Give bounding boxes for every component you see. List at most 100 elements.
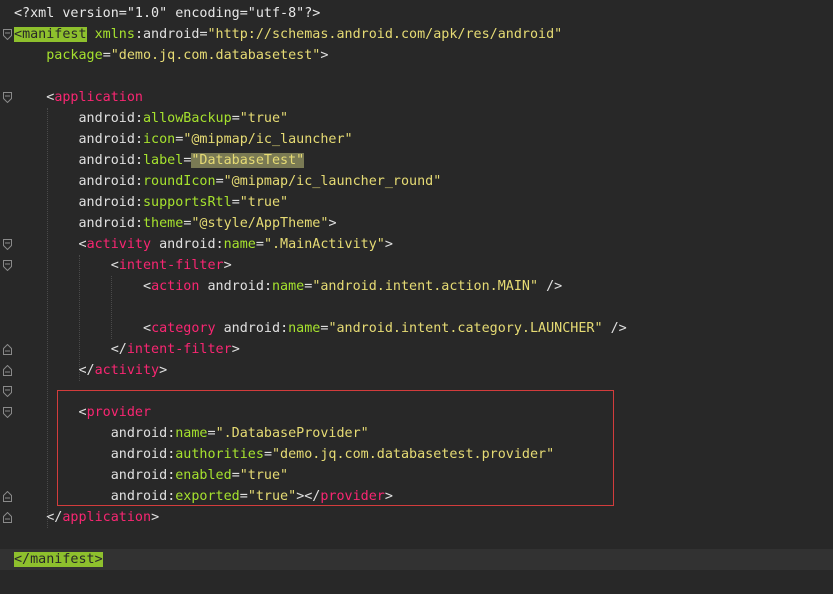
- code-token-punc: =: [231, 111, 240, 126]
- code-line[interactable]: android:icon="@mipmap/ic_launcher": [0, 129, 833, 150]
- code-token-tag: action: [151, 279, 200, 294]
- code-line[interactable]: <action android:name="android.intent.act…: [0, 276, 833, 297]
- code-token-punc: >: [159, 363, 168, 378]
- code-line-text: <?xml version="1.0" encoding="utf-8"?>: [14, 3, 320, 24]
- code-line-text: </application>: [14, 507, 159, 528]
- code-token-punc: =: [215, 174, 224, 189]
- code-token-punc: </: [14, 552, 31, 567]
- code-token-tag: application: [62, 510, 152, 525]
- code-token-punc: <: [78, 237, 87, 252]
- code-token-default: [14, 342, 111, 357]
- indent-guide: [47, 108, 48, 528]
- code-token-punc: />: [538, 279, 563, 294]
- code-line[interactable]: <manifest xmlns:android="http://schemas.…: [0, 24, 833, 45]
- code-line-text: <manifest xmlns:android="http://schemas.…: [14, 24, 562, 45]
- code-token-colon: :: [134, 132, 143, 147]
- code-token-attr: label: [143, 153, 184, 168]
- code-line-text: </activity>: [14, 360, 168, 381]
- code-line-text: android:roundIcon="@mipmap/ic_launcher_r…: [14, 171, 442, 192]
- code-token-punc: </: [110, 342, 127, 357]
- indent-guide: [111, 276, 112, 339]
- code-token-punc: >: [328, 216, 337, 231]
- code-line[interactable]: android:theme="@style/AppTheme">: [0, 213, 833, 234]
- code-line[interactable]: android:allowBackup="true": [0, 108, 833, 129]
- code-token-ns: android: [159, 237, 216, 252]
- code-token-punc: >: [223, 258, 232, 273]
- code-line[interactable]: [0, 66, 833, 87]
- code-token-val: "true": [239, 111, 289, 126]
- code-token-punc: <: [143, 321, 152, 336]
- code-token-punc: >: [320, 48, 329, 63]
- code-token-val: "DatabaseTest": [191, 153, 305, 168]
- code-line[interactable]: <activity android:name=".MainActivity">: [0, 234, 833, 255]
- code-line[interactable]: [0, 297, 833, 318]
- code-token-colon: :: [134, 111, 143, 126]
- code-line-text: <activity android:name=".MainActivity">: [14, 234, 393, 255]
- code-token-colon: :: [215, 237, 224, 252]
- code-token-attr: name: [223, 237, 256, 252]
- code-token-attr: name: [272, 279, 305, 294]
- code-line-text: android:icon="@mipmap/ic_launcher": [14, 129, 353, 150]
- code-line[interactable]: [0, 528, 833, 549]
- code-token-tag: manifest: [30, 552, 95, 567]
- code-line[interactable]: android:supportsRtl="true": [0, 192, 833, 213]
- code-line-text: <application: [14, 87, 143, 108]
- code-line-text: android:allowBackup="true": [14, 108, 289, 129]
- code-line[interactable]: package="demo.jq.com.databasetest">: [0, 45, 833, 66]
- code-line[interactable]: <?xml version="1.0" encoding="utf-8"?>: [0, 3, 833, 24]
- code-token-attr: allowBackup: [143, 111, 232, 126]
- code-token-punc: </: [46, 510, 63, 525]
- code-token-attr: package: [46, 48, 103, 63]
- code-token-ns: android: [78, 111, 135, 126]
- code-line-text: android:theme="@style/AppTheme">: [14, 213, 337, 234]
- code-token-punc: >: [94, 552, 103, 567]
- code-token-default: [14, 258, 111, 273]
- indent-guide: [79, 255, 80, 381]
- code-token-val: ".MainActivity": [263, 237, 385, 252]
- code-line[interactable]: <application: [0, 87, 833, 108]
- code-line[interactable]: android:roundIcon="@mipmap/ic_launcher_r…: [0, 171, 833, 192]
- code-line[interactable]: </manifest>: [0, 549, 833, 570]
- code-token-punc: >: [151, 510, 160, 525]
- code-token-ns: android: [207, 279, 264, 294]
- code-line[interactable]: </intent-filter>: [0, 339, 833, 360]
- code-token-default: [199, 279, 207, 294]
- code-token-pi: <?xml version="1.0" encoding="utf-8"?>: [14, 6, 321, 21]
- code-token-colon: :: [134, 153, 143, 168]
- code-line-text: <category android:name="android.intent.c…: [14, 318, 627, 339]
- code-token-colon: :: [134, 216, 143, 231]
- code-token-punc: =: [231, 195, 240, 210]
- code-token-ns: android: [143, 27, 200, 42]
- code-line-text: </manifest>: [14, 549, 103, 570]
- code-token-attr: theme: [143, 216, 184, 231]
- code-line-text: android:supportsRtl="true": [14, 192, 289, 213]
- code-line[interactable]: <intent-filter>: [0, 255, 833, 276]
- code-token-colon: :: [280, 321, 289, 336]
- code-token-val: "http://schemas.android.com/apk/res/andr…: [207, 27, 563, 42]
- code-line[interactable]: <category android:name="android.intent.c…: [0, 318, 833, 339]
- code-token-punc: <: [143, 279, 152, 294]
- code-token-attr: supportsRtl: [143, 195, 232, 210]
- code-token-colon: :: [134, 27, 143, 42]
- code-token-colon: :: [263, 279, 272, 294]
- code-token-default: [14, 510, 46, 525]
- code-token-ns: android: [78, 132, 135, 147]
- code-token-punc: =: [102, 48, 111, 63]
- code-token-tag: category: [151, 321, 216, 336]
- code-token-punc: />: [602, 321, 627, 336]
- code-token-attr: name: [288, 321, 321, 336]
- code-token-default: [14, 48, 46, 63]
- code-token-tag: intent-filter: [126, 342, 232, 357]
- code-token-tag: activity: [86, 237, 152, 252]
- code-token-default: [216, 321, 224, 336]
- code-token-tag: application: [54, 90, 143, 105]
- code-line[interactable]: </application>: [0, 507, 833, 528]
- code-line[interactable]: android:label="DatabaseTest": [0, 150, 833, 171]
- code-token-val: "@mipmap/ic_launcher": [183, 132, 353, 147]
- code-token-punc: >: [231, 342, 240, 357]
- code-token-punc: <: [14, 27, 23, 42]
- code-token-val: "true": [239, 195, 289, 210]
- code-line-text: android:label="DatabaseTest": [14, 150, 305, 171]
- code-line[interactable]: </activity>: [0, 360, 833, 381]
- code-token-default: [87, 27, 95, 42]
